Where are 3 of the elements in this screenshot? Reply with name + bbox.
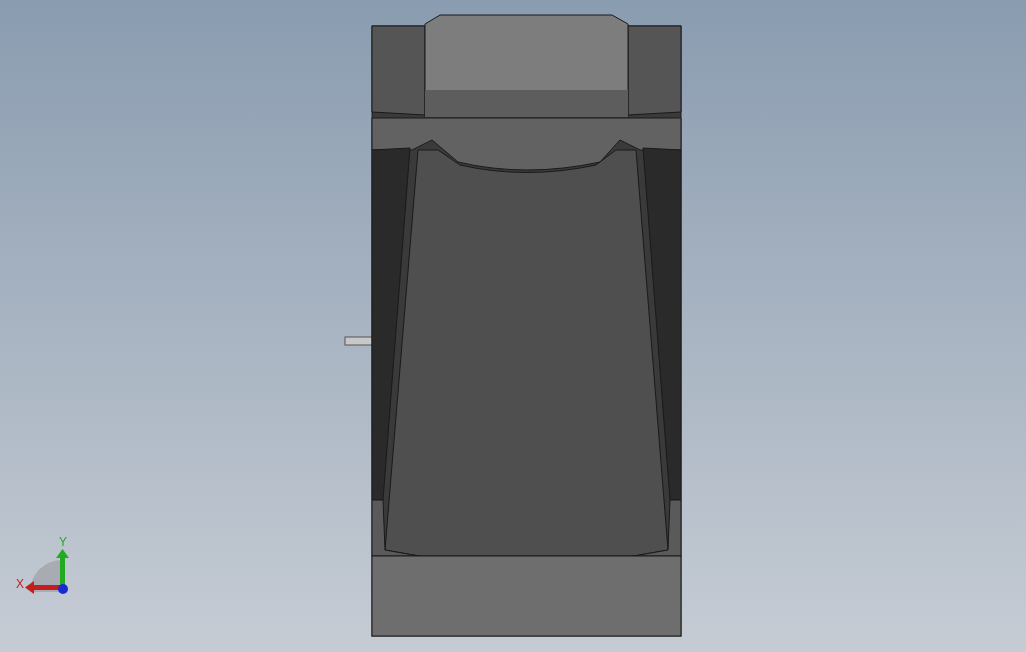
x-axis-label: X	[16, 577, 24, 591]
z-axis-dot-icon	[58, 584, 68, 594]
y-axis-label: Y	[59, 535, 67, 549]
